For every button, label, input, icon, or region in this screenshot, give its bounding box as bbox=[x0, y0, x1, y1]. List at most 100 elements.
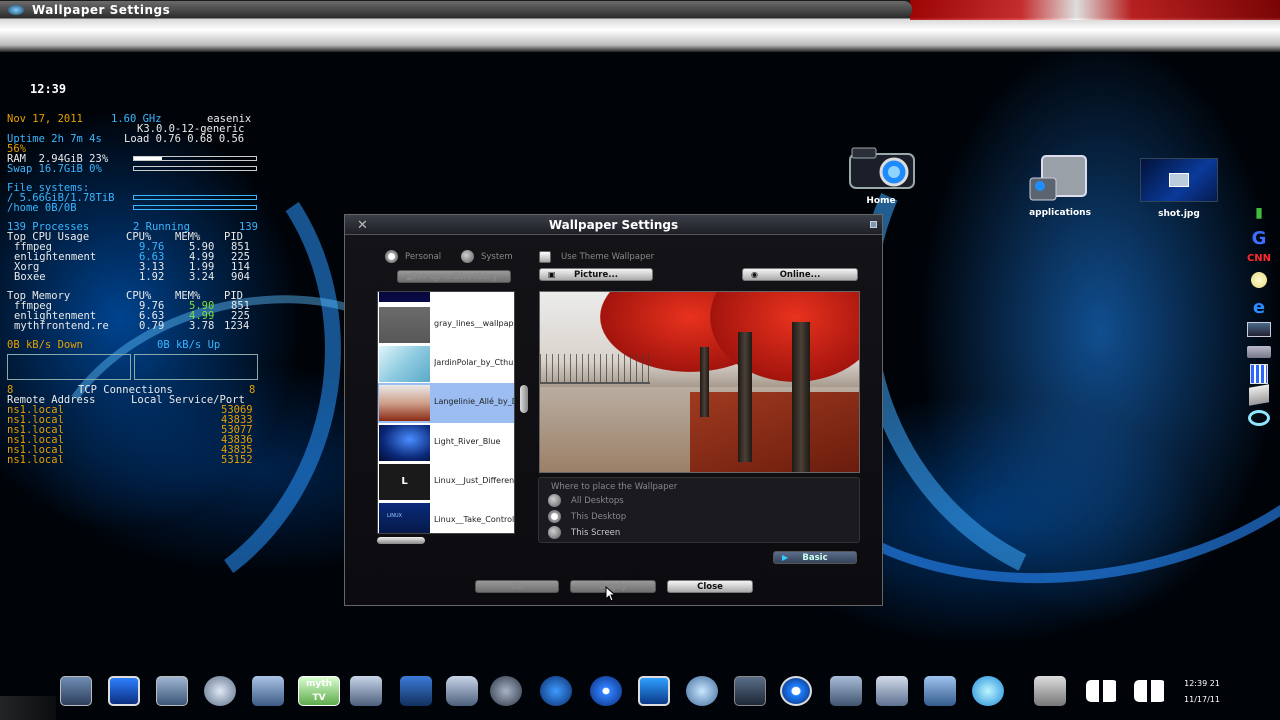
top-bar-wallpaper-strip bbox=[910, 0, 1280, 20]
picture-icon: ▣ bbox=[548, 270, 556, 279]
image-file-icon bbox=[1140, 158, 1218, 202]
maximize-icon[interactable] bbox=[870, 221, 877, 228]
picture-button[interactable]: ▣ Picture... bbox=[539, 268, 653, 281]
preview-tree bbox=[710, 292, 859, 382]
theme-wallpaper-checkbox[interactable] bbox=[539, 251, 551, 263]
wrench-icon[interactable] bbox=[1034, 676, 1066, 706]
radio-all-desktops-label: All Desktops bbox=[571, 496, 624, 506]
control-panel-icon[interactable] bbox=[830, 676, 862, 706]
fs-root-bar bbox=[133, 195, 257, 200]
process-mem: 3.78 bbox=[189, 320, 215, 332]
desktop-screen-icon[interactable] bbox=[108, 676, 140, 706]
dialog-titlebar[interactable]: ✕ Wallpaper Settings bbox=[345, 215, 882, 235]
wallpaper-filename: Linux__Just_Different bbox=[434, 476, 515, 485]
net-up-label: 0B kB/s Up bbox=[157, 339, 221, 351]
taskbar-clock[interactable]: 12:39 21 11/17/11 bbox=[1172, 676, 1232, 708]
swap-usage-bar bbox=[133, 166, 257, 171]
wallpaper-file-list[interactable]: gray_lines__wallpaper JardinPolar_by_Cth… bbox=[377, 291, 515, 534]
phone-icon[interactable] bbox=[446, 676, 478, 706]
list-horizontal-scrollbar[interactable] bbox=[377, 537, 425, 544]
list-item[interactable]: JardinPolar_by_Cthulhu bbox=[378, 344, 514, 384]
network-icon[interactable] bbox=[1246, 409, 1272, 429]
basic-button-label: Basic bbox=[802, 553, 828, 563]
desktop-icon-applications[interactable]: applications bbox=[1028, 154, 1092, 220]
window-title-pill[interactable]: Wallpaper Settings bbox=[0, 1, 912, 18]
terminal-icon[interactable] bbox=[60, 676, 92, 706]
basic-button[interactable]: ▶ Basic bbox=[773, 551, 857, 564]
disc-icon[interactable] bbox=[590, 676, 622, 706]
applications-icon bbox=[1029, 155, 1087, 201]
calculator-icon[interactable] bbox=[1246, 364, 1272, 384]
list-vertical-scrollbar[interactable] bbox=[520, 385, 528, 413]
microphone-icon[interactable]: ▮ bbox=[1246, 205, 1272, 225]
folder-stack-icon[interactable] bbox=[156, 676, 188, 706]
desktop-icon-label: applications bbox=[1029, 208, 1091, 218]
window-menu-icon[interactable] bbox=[8, 5, 24, 15]
trash-icon[interactable] bbox=[972, 676, 1004, 706]
conky-fs-home: /home 0B/0B bbox=[7, 202, 77, 214]
list-item[interactable] bbox=[378, 292, 514, 304]
process-pid: 1234 bbox=[224, 320, 250, 332]
monitor-icon[interactable] bbox=[1246, 320, 1272, 340]
window-grid-icon[interactable] bbox=[1134, 680, 1166, 702]
taskbar-corner-logo bbox=[0, 696, 56, 720]
wallpaper-thumbnail bbox=[379, 307, 430, 343]
radio-personal[interactable] bbox=[385, 250, 398, 263]
notepad-icon[interactable] bbox=[1246, 384, 1272, 406]
close-button-label: Close bbox=[697, 582, 723, 592]
wallpaper-thumbnail bbox=[379, 292, 430, 302]
google-icon[interactable]: G bbox=[1246, 228, 1272, 249]
radio-system[interactable] bbox=[461, 250, 474, 263]
globe-icon: ◉ bbox=[751, 270, 758, 279]
list-item[interactable]: Light_River_Blue bbox=[378, 423, 514, 463]
wallpaper-filename: Light_River_Blue bbox=[434, 437, 501, 446]
list-item[interactable]: gray_lines__wallpaper bbox=[378, 305, 514, 345]
lightbulb-icon[interactable] bbox=[1246, 270, 1272, 290]
camera-lens-icon[interactable] bbox=[204, 676, 236, 706]
tcp-count-right: 8 bbox=[249, 384, 256, 396]
ie-icon[interactable]: e bbox=[1246, 297, 1272, 318]
desktop-icon-home[interactable]: Home bbox=[846, 144, 920, 210]
file-manager-icon[interactable] bbox=[252, 676, 284, 706]
set-directory-button[interactable]: ▲ Set up a Directory bbox=[397, 270, 511, 283]
radio-this-desktop[interactable] bbox=[548, 510, 561, 523]
list-item-selected[interactable]: Langelinie_Allé_by_Dydo bbox=[378, 383, 514, 423]
printer-icon[interactable] bbox=[876, 676, 908, 706]
ok-button[interactable]: OK bbox=[475, 580, 559, 593]
radio-this-screen[interactable] bbox=[548, 526, 561, 539]
media-player-icon[interactable] bbox=[350, 676, 382, 706]
image-viewer-icon[interactable] bbox=[924, 676, 956, 706]
wallpaper-thumbnail: L bbox=[379, 464, 430, 500]
online-button[interactable]: ◉ Online... bbox=[742, 268, 858, 281]
taskbar-clock-time: 12:39 21 bbox=[1184, 679, 1220, 688]
list-item[interactable]: L Linux__Just_Different bbox=[378, 462, 515, 502]
clock-app-icon[interactable] bbox=[780, 676, 812, 706]
preview-trunk bbox=[738, 332, 752, 462]
dialog-title: Wallpaper Settings bbox=[548, 218, 679, 232]
upload-icon[interactable] bbox=[734, 676, 766, 706]
storage-icon[interactable] bbox=[400, 676, 432, 706]
wallpaper-thumbnail bbox=[379, 346, 430, 382]
laptop-icon[interactable] bbox=[1246, 342, 1272, 362]
theme-wallpaper-label: Use Theme Wallpaper bbox=[561, 252, 655, 262]
wallpaper-settings-dialog: ✕ Wallpaper Settings Personal System Use… bbox=[344, 214, 883, 606]
mouse-device-icon[interactable] bbox=[490, 676, 522, 706]
top-title-bar: Wallpaper Settings bbox=[0, 0, 1280, 52]
set-directory-label: Set up a Directory bbox=[410, 272, 498, 282]
desktop-icon-shot[interactable]: shot.jpg bbox=[1140, 158, 1218, 220]
preview-railing bbox=[540, 354, 650, 384]
preview-trunk bbox=[700, 347, 709, 417]
pager-icon[interactable] bbox=[1086, 680, 1118, 702]
conky-clock: 12:39 bbox=[30, 82, 67, 96]
close-button[interactable]: Close bbox=[667, 580, 753, 593]
network-globe-icon[interactable] bbox=[540, 676, 572, 706]
radio-all-desktops[interactable] bbox=[548, 494, 561, 507]
settings-gear-icon[interactable] bbox=[638, 676, 670, 706]
tcp-remote: ns1.local bbox=[7, 454, 64, 466]
net-down-label: 0B kB/s Down bbox=[7, 339, 83, 351]
process-cpu: 1.92 bbox=[139, 271, 165, 283]
fs-home-bar bbox=[133, 205, 257, 210]
list-item[interactable]: LINUX Linux__Take_Control bbox=[378, 501, 514, 533]
chat-icon[interactable] bbox=[686, 676, 718, 706]
mythtv-icon[interactable]: myth TV bbox=[298, 676, 340, 706]
